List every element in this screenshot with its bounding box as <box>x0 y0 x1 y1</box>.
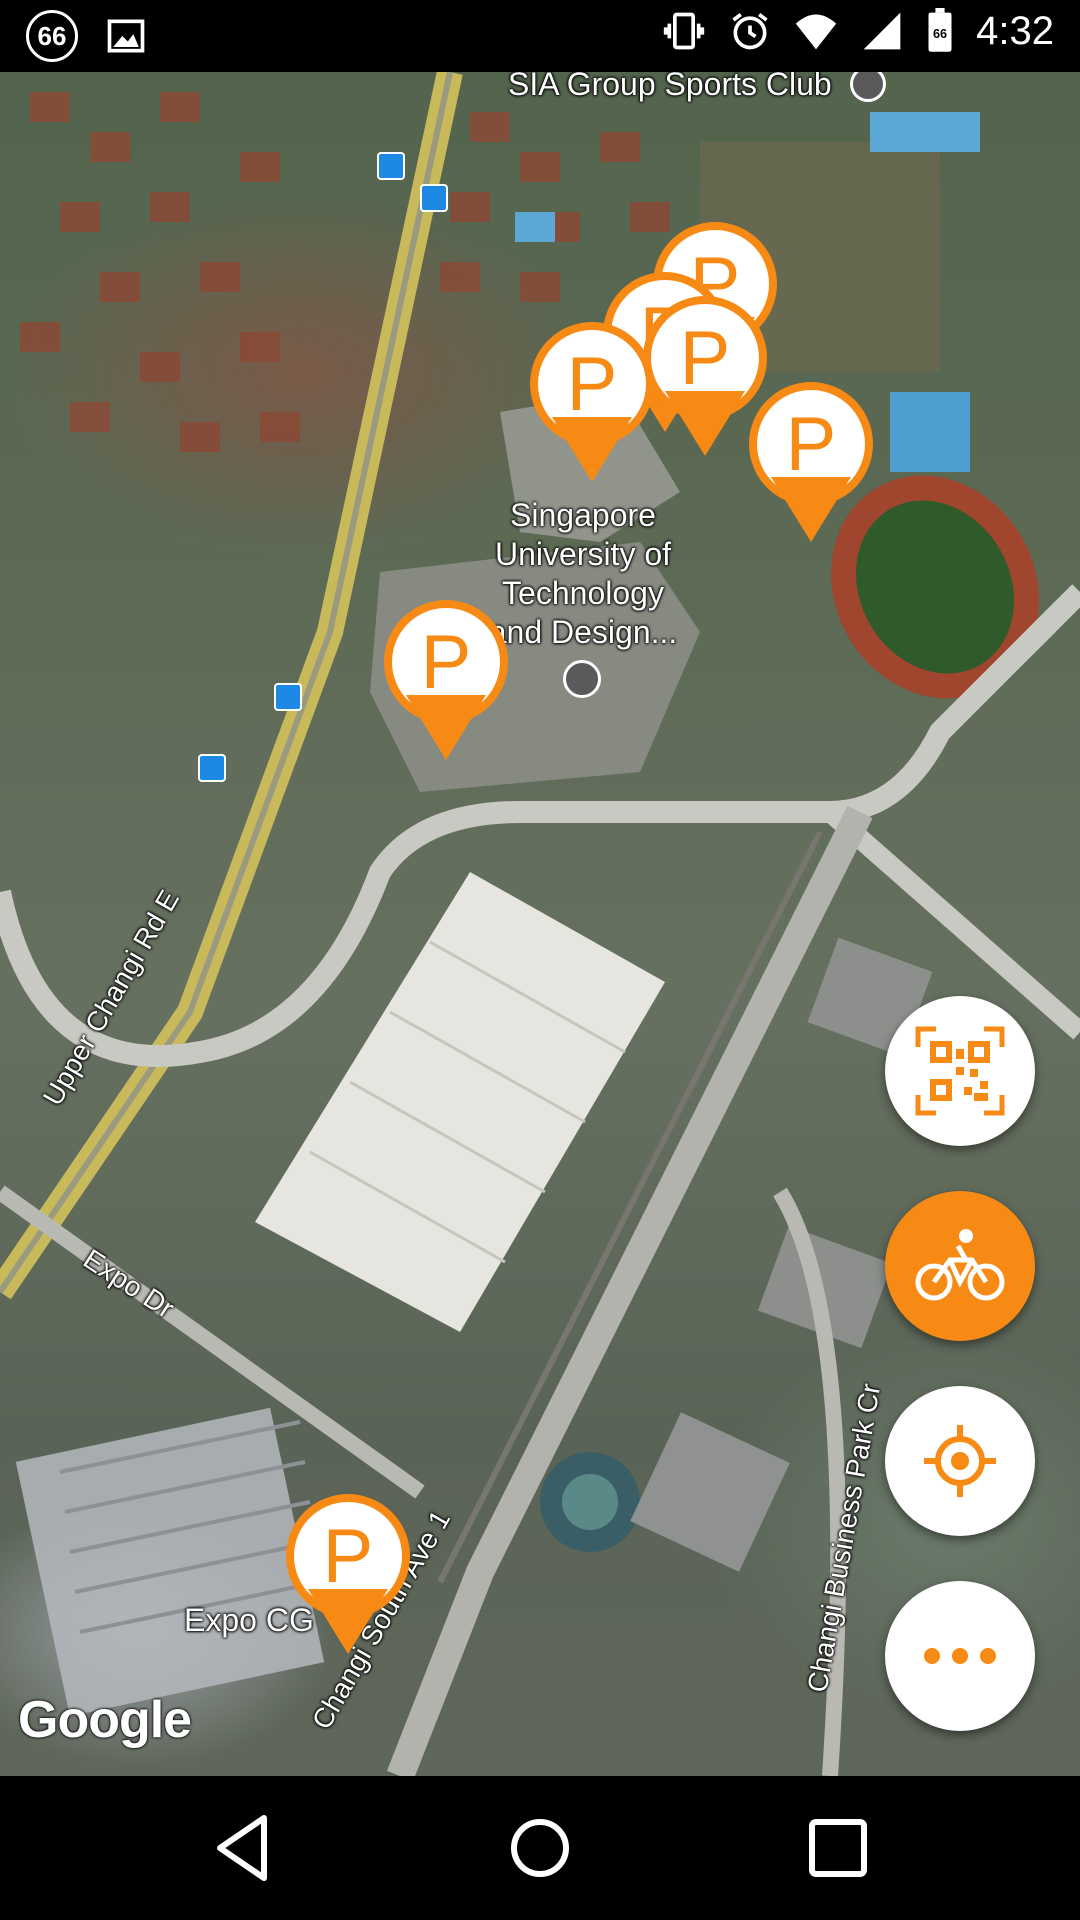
home-icon[interactable] <box>502 1810 578 1886</box>
school-icon[interactable] <box>563 660 601 698</box>
qr-code-icon <box>915 1026 1005 1116</box>
label-university-line1: Singapore <box>510 497 656 533</box>
parking-marker[interactable]: P <box>530 322 654 482</box>
parking-marker[interactable]: P <box>384 600 508 760</box>
wifi-icon <box>795 14 837 50</box>
label-sports-club: SIA Group Sports Club <box>508 72 832 102</box>
label-university-line4: and Design... <box>488 614 678 650</box>
vibrate-icon <box>663 12 705 50</box>
bus-stop-icon[interactable] <box>420 184 448 212</box>
bicycle-icon <box>915 1229 1005 1301</box>
bus-stop-icon[interactable] <box>198 754 226 782</box>
recents-icon[interactable] <box>800 1810 876 1886</box>
label-university-line3: Technology <box>502 575 664 611</box>
parking-marker[interactable]: P <box>286 1494 410 1654</box>
battery-icon: 66 <box>928 8 952 52</box>
clock: 4:32 <box>976 8 1054 53</box>
status-bar: 66 66 4:32 <box>0 0 1080 72</box>
signal-icon <box>863 12 901 50</box>
back-icon[interactable] <box>206 1810 282 1886</box>
more-button[interactable] <box>885 1581 1035 1731</box>
bus-stop-icon[interactable] <box>274 683 302 711</box>
svg-text:66: 66 <box>933 27 947 41</box>
bus-stop-icon[interactable] <box>377 152 405 180</box>
bicycle-button[interactable] <box>885 1191 1035 1341</box>
more-horizontal-icon <box>924 1648 996 1664</box>
google-attribution: Google <box>18 1691 192 1749</box>
alarm-icon <box>732 13 768 50</box>
label-university-line2: University of <box>494 536 672 572</box>
parking-marker[interactable]: P <box>749 382 873 542</box>
notification-count: 66 <box>37 20 67 51</box>
qr-scan-button[interactable] <box>885 996 1035 1146</box>
image-icon <box>107 19 145 53</box>
my-location-button[interactable] <box>885 1386 1035 1536</box>
location-target-icon <box>924 1425 996 1497</box>
label-university: Singapore University of Technology and D… <box>478 496 688 652</box>
navigation-bar <box>0 1776 1080 1920</box>
notification-66-icon: 66 <box>26 10 78 62</box>
